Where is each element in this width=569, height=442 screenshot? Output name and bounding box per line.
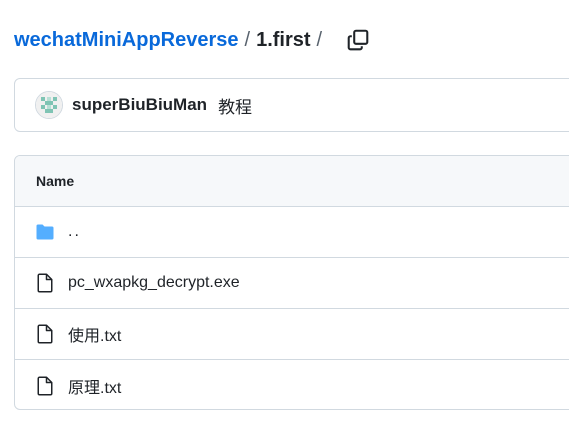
table-header-name: Name (15, 156, 569, 207)
row-name-file[interactable]: 使用.txt (68, 322, 121, 346)
file-icon (35, 324, 55, 344)
row-name-parent-directory[interactable]: .. (68, 223, 81, 241)
copy-icon (347, 29, 369, 51)
commit-author-link[interactable]: superBiuBiuMan (72, 95, 207, 115)
table-row-parent-directory[interactable]: .. (15, 207, 569, 258)
breadcrumb-trailing-separator: / (316, 28, 323, 51)
breadcrumb-separator: / (244, 28, 251, 51)
table-row-file[interactable]: 原理.txt (15, 360, 569, 409)
commit-message-link[interactable]: 教程 (218, 93, 252, 118)
file-icon (35, 376, 55, 396)
folder-icon (35, 222, 55, 242)
breadcrumb-current-folder: 1.first (256, 28, 311, 51)
row-name-file[interactable]: 原理.txt (68, 374, 121, 398)
breadcrumb: wechatMiniAppReverse / 1.first / (14, 26, 370, 54)
avatar[interactable] (35, 91, 63, 119)
file-icon (35, 273, 55, 293)
file-table: Name .. pc_wxapkg_decrypt.exe 使用.txt 原理.… (14, 155, 569, 410)
row-name-file[interactable]: pc_wxapkg_decrypt.exe (68, 274, 240, 292)
table-row-file[interactable]: 使用.txt (15, 309, 569, 360)
identicon-avatar (36, 92, 62, 118)
table-row-file[interactable]: pc_wxapkg_decrypt.exe (15, 258, 569, 309)
latest-commit-bar: superBiuBiuMan 教程 (14, 78, 569, 132)
breadcrumb-repo-link[interactable]: wechatMiniAppReverse (14, 29, 239, 52)
copy-path-button[interactable] (346, 28, 370, 52)
